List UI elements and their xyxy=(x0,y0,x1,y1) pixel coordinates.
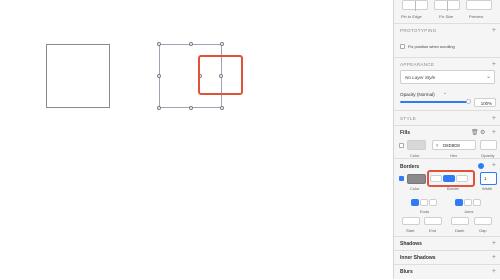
fix-position-label: Fix position when scrolling xyxy=(408,44,455,49)
border-enabled-checkbox[interactable] xyxy=(399,176,404,181)
opacity-slider-track[interactable] xyxy=(400,101,469,103)
resize-handle-bottom[interactable] xyxy=(189,106,193,110)
add-appearance-icon[interactable]: + xyxy=(492,61,496,68)
hex-prefix: # xyxy=(436,143,439,148)
add-prototyping-icon[interactable]: + xyxy=(492,27,496,34)
blurs-section: Blurs + xyxy=(394,264,500,280)
blurs-title: Blurs xyxy=(400,269,413,275)
fill-color-well[interactable] xyxy=(407,140,426,150)
resize-preview xyxy=(466,0,492,10)
prototyping-section: PROTOTYPING + Fix position when scrollin… xyxy=(394,23,500,58)
fill-hex-value: D8D8D8 xyxy=(443,143,460,148)
preview-label: Preview xyxy=(469,14,484,19)
layer-style-dropdown[interactable]: No Layer Style ⌄ xyxy=(400,70,495,84)
resize-handle-tr[interactable] xyxy=(220,42,224,46)
chevron-down-icon[interactable]: ⌄ xyxy=(443,90,447,96)
highlight-annotation-canvas xyxy=(198,55,243,95)
ends-butt-button[interactable] xyxy=(411,199,419,206)
fill-enabled-checkbox[interactable] xyxy=(399,143,404,148)
pin-to-edge-control[interactable] xyxy=(402,0,428,11)
joins-round-button[interactable] xyxy=(464,199,472,206)
start-label: Start xyxy=(406,228,415,233)
arrow-end-select[interactable] xyxy=(424,217,442,225)
borders-section: Borders + 1 Color Border Width Ends Join… xyxy=(394,158,500,237)
chevron-down-icon: ⌄ xyxy=(485,74,491,80)
borders-title: Borders xyxy=(400,164,420,170)
opacity-slider-knob[interactable] xyxy=(466,99,471,104)
border-width-label: Width xyxy=(482,186,493,191)
dash-label: Dash xyxy=(455,228,465,233)
add-blur-icon[interactable]: + xyxy=(492,268,496,275)
border-position-label: Border xyxy=(447,186,460,191)
shadows-section: Shadows + xyxy=(394,236,500,251)
border-width-value: 1 xyxy=(484,176,487,181)
resize-handle-bl[interactable] xyxy=(157,106,161,110)
trash-icon[interactable]: 🗑 xyxy=(471,129,479,136)
end-label: End xyxy=(429,228,437,233)
resize-handle-top[interactable] xyxy=(189,42,193,46)
design-canvas[interactable] xyxy=(0,0,393,279)
fills-title: Fills xyxy=(400,130,411,136)
add-inner-shadow-icon[interactable]: + xyxy=(492,254,496,261)
arrow-start-select[interactable] xyxy=(402,217,420,225)
opacity-value: 100% xyxy=(480,101,492,106)
resize-handle-br[interactable] xyxy=(220,106,224,110)
inner-shadows-section: Inner Shadows + xyxy=(394,250,500,265)
joins-bevel-button[interactable] xyxy=(473,199,481,206)
resize-handle-tl[interactable] xyxy=(157,42,161,46)
ends-square-button[interactable] xyxy=(429,199,437,206)
opacity-label: Opacity (Normal) xyxy=(400,92,435,97)
opacity-input[interactable]: 100% xyxy=(474,98,496,107)
fix-size-control[interactable] xyxy=(434,0,460,11)
fill-hex-input[interactable]: # D8D8D8 xyxy=(432,140,476,150)
add-border-icon[interactable]: + xyxy=(492,162,496,169)
layer-style-value: No Layer Style xyxy=(405,75,436,80)
add-style-icon[interactable]: + xyxy=(492,115,496,122)
resize-handle-left[interactable] xyxy=(157,74,161,78)
joins-label: Joins xyxy=(464,209,474,214)
gap-input[interactable] xyxy=(474,217,492,225)
inner-shadows-title: Inner Shadows xyxy=(400,255,436,261)
appearance-section: APPEARANCE + No Layer Style ⌄ Opacity (N… xyxy=(394,57,500,111)
fix-position-checkbox[interactable] xyxy=(400,44,405,49)
rectangle-left[interactable] xyxy=(46,44,110,108)
resizing-section: Pin to Edge Fix Size Preview xyxy=(394,0,500,22)
inspector-panel: Pin to Edge Fix Size Preview PROTOTYPING… xyxy=(393,0,500,279)
shadows-title: Shadows xyxy=(400,241,422,247)
fix-size-label: Fix Size xyxy=(439,14,454,19)
border-color-label: Color xyxy=(410,186,420,191)
border-width-input[interactable]: 1 xyxy=(480,172,497,185)
pin-to-edge-label: Pin to Edge xyxy=(401,14,422,19)
ends-label: Ends xyxy=(420,209,430,214)
joins-miter-button[interactable] xyxy=(455,199,463,206)
fills-section: Fills 🗑 ⚙ + # D8D8D8 Color Hex Opacity xyxy=(394,125,500,158)
settings-icon[interactable]: ⚙ xyxy=(480,129,485,136)
add-fill-icon[interactable]: + xyxy=(492,129,496,136)
appearance-title: APPEARANCE xyxy=(400,62,435,67)
ends-round-button[interactable] xyxy=(420,199,428,206)
highlight-annotation-border xyxy=(427,170,475,187)
style-title: STYLE xyxy=(400,116,417,121)
fill-opacity-input[interactable] xyxy=(480,140,497,150)
border-settings-icon[interactable] xyxy=(478,163,484,169)
dash-input[interactable] xyxy=(451,217,469,225)
add-shadow-icon[interactable]: + xyxy=(492,240,496,247)
prototyping-title: PROTOTYPING xyxy=(400,28,437,33)
border-color-well[interactable] xyxy=(407,174,426,184)
style-section: STYLE + xyxy=(394,110,500,126)
gap-label: Gap xyxy=(479,228,487,233)
